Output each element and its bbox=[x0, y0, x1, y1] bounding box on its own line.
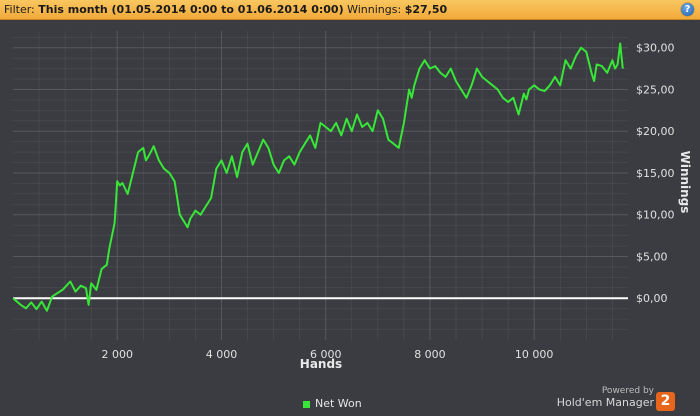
help-icon[interactable]: ? bbox=[681, 3, 694, 16]
winnings-value: $27,50 bbox=[404, 3, 448, 16]
filter-bar: Filter: This month (01.05.2014 0:00 to 0… bbox=[0, 0, 700, 20]
x-tick-label: 8 000 bbox=[414, 348, 446, 361]
hm2-logo-icon: 2 bbox=[656, 392, 675, 411]
x-tick-label: 2 000 bbox=[101, 348, 133, 361]
winnings-label: Winnings: bbox=[347, 3, 402, 16]
x-tick-label: 10 000 bbox=[515, 348, 554, 361]
legend-label: Net Won bbox=[315, 397, 362, 410]
x-axis-label: Hands bbox=[300, 357, 342, 371]
filter-value[interactable]: This month (01.05.2014 0:00 to 01.06.201… bbox=[38, 3, 343, 16]
y-tick-label: $20,00 bbox=[636, 125, 675, 138]
y-tick-label: $30,00 bbox=[636, 42, 675, 55]
chart-grid bbox=[13, 31, 628, 340]
brand: Powered by Hold'em Manager bbox=[557, 386, 654, 409]
x-tick-label: 4 000 bbox=[206, 348, 238, 361]
y-axis-ticks: $0,00 $5,00 $10,00 $15,00 $20,00 $25,00 $30,00 bbox=[636, 42, 675, 306]
filter-label: Filter: bbox=[4, 3, 35, 16]
net-won-chart: 2 000 4 000 6 000 8 000 10 000 $0,00$5,00$10… bbox=[12, 31, 692, 371]
brand-powered: Powered by bbox=[601, 386, 654, 396]
brand-name: Hold'em Manager bbox=[556, 396, 654, 409]
y-tick-label: $10,00 bbox=[636, 209, 675, 222]
chart-legend: Net Won bbox=[303, 397, 362, 410]
y-tick-label: $0,00 bbox=[636, 292, 668, 305]
y-axis-label: Winnings bbox=[678, 151, 692, 214]
legend-swatch bbox=[303, 400, 310, 408]
plot-area bbox=[13, 31, 628, 340]
y-tick-label: $5,00 bbox=[636, 250, 668, 263]
y-tick-label: $25,00 bbox=[636, 83, 675, 96]
y-tick-label: $15,00 bbox=[636, 167, 675, 180]
